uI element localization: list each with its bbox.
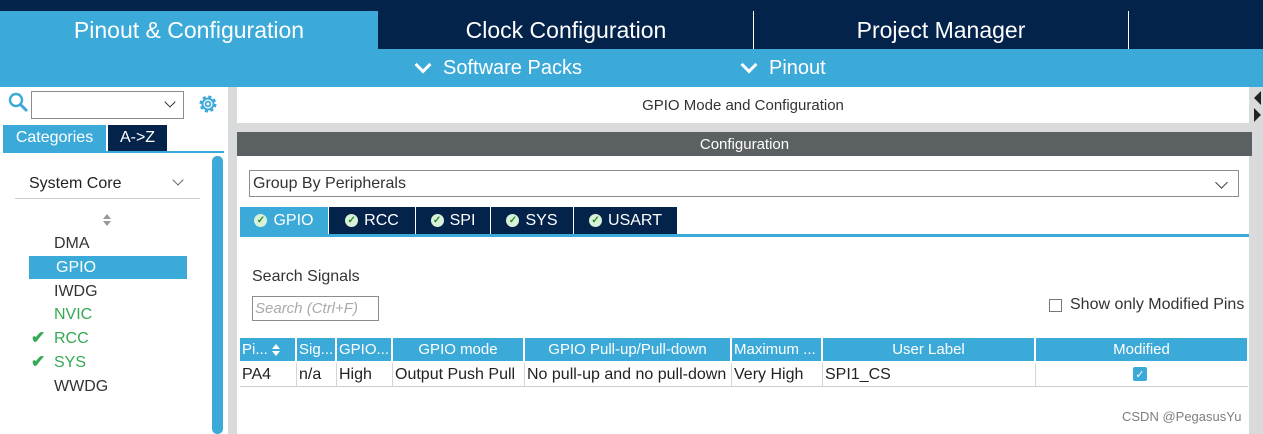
tab-categories[interactable]: Categories bbox=[3, 125, 106, 151]
column-header-pull[interactable]: GPIO Pull-up/Pull-down bbox=[525, 338, 730, 361]
gear-icon[interactable] bbox=[196, 92, 220, 116]
tab-usart-label: USART bbox=[608, 211, 662, 229]
search-placeholder: Search (Ctrl+F) bbox=[255, 300, 358, 317]
tab-sys-label: SYS bbox=[525, 211, 558, 229]
check-icon: ✔ bbox=[31, 352, 46, 371]
sub-menu-bar bbox=[0, 49, 1263, 87]
show-modified-label: Show only Modified Pins bbox=[1070, 296, 1245, 313]
tree-item-rcc[interactable]: RCC bbox=[54, 330, 89, 348]
tree-item-nvic[interactable]: NVIC bbox=[54, 306, 92, 324]
tab-divider bbox=[1128, 11, 1129, 49]
sort-down-icon[interactable] bbox=[103, 221, 111, 226]
check-icon: ✔ bbox=[31, 328, 46, 347]
column-header-signal[interactable]: Sig... bbox=[297, 338, 335, 361]
pinout-menu[interactable]: Pinout bbox=[740, 49, 826, 87]
show-modified-toggle[interactable]: Show only Modified Pins bbox=[1049, 296, 1244, 314]
column-header-modified[interactable]: Modified bbox=[1036, 338, 1247, 361]
column-header-max-speed[interactable]: Maximum ... bbox=[732, 338, 821, 361]
column-header-user-label[interactable]: User Label bbox=[823, 338, 1034, 361]
tab-gpio[interactable]: ✓ GPIO bbox=[240, 207, 328, 234]
column-header-gpio-mode[interactable]: GPIO mode bbox=[393, 338, 523, 361]
category-tab-underline bbox=[3, 151, 224, 153]
show-modified-checkbox[interactable] bbox=[1049, 298, 1062, 312]
search-icon[interactable] bbox=[8, 92, 30, 114]
tab-spi-label: SPI bbox=[449, 211, 476, 229]
tab-sys[interactable]: ✓ SYS bbox=[491, 207, 573, 234]
cell-signal[interactable]: n/a bbox=[297, 363, 335, 386]
configuration-header: Configuration bbox=[237, 132, 1252, 156]
pinout-label: Pinout bbox=[769, 56, 826, 79]
tab-spi[interactable]: ✓ SPI bbox=[416, 207, 490, 234]
group-by-value: Group By Peripherals bbox=[253, 174, 406, 192]
tree-item-gpio[interactable]: GPIO bbox=[56, 259, 96, 277]
sort-up-icon[interactable] bbox=[103, 214, 111, 219]
check-circle-icon: ✓ bbox=[430, 214, 444, 227]
cell-gpio-mode[interactable]: Output Push Pull bbox=[393, 363, 523, 386]
tab-clock-configuration[interactable]: Clock Configuration bbox=[379, 11, 753, 49]
modified-checkbox[interactable]: ✓ bbox=[1133, 367, 1147, 381]
column-divider bbox=[1035, 363, 1036, 386]
panel-splitter[interactable] bbox=[228, 87, 237, 434]
tab-rcc-label: RCC bbox=[364, 211, 399, 229]
tab-pinout-configuration[interactable]: Pinout & Configuration bbox=[0, 11, 378, 49]
chevron-down-icon bbox=[414, 56, 432, 74]
group-divider bbox=[15, 198, 200, 199]
collapse-arrows-icon[interactable] bbox=[1252, 89, 1263, 125]
check-circle-icon: ✓ bbox=[345, 214, 359, 227]
cell-user-label[interactable]: SPI1_CS bbox=[823, 363, 1034, 386]
tree-selection-highlight bbox=[29, 256, 187, 279]
table-row-border bbox=[240, 386, 1248, 387]
left-scrollbar[interactable] bbox=[212, 156, 223, 434]
watermark: CSDN @PegasusYu bbox=[1122, 409, 1242, 424]
tab-rcc[interactable]: ✓ RCC bbox=[329, 207, 415, 234]
search-signals-input[interactable]: Search (Ctrl+F) bbox=[252, 296, 379, 321]
cell-output-level[interactable]: High bbox=[337, 363, 391, 386]
cell-pin[interactable]: PA4 bbox=[240, 363, 295, 386]
check-circle-icon: ✓ bbox=[506, 214, 520, 227]
tab-gpio-label: GPIO bbox=[273, 211, 314, 229]
sort-icon bbox=[271, 343, 280, 356]
tab-a-to-z[interactable]: A->Z bbox=[108, 125, 167, 151]
software-packs-menu[interactable]: Software Packs bbox=[414, 49, 582, 87]
chevron-down-icon bbox=[1215, 176, 1228, 189]
component-search-input[interactable] bbox=[31, 91, 184, 119]
check-circle-icon: ✓ bbox=[254, 214, 268, 227]
system-core-group[interactable]: System Core bbox=[29, 175, 121, 193]
tree-item-wwdg[interactable]: WWDG bbox=[54, 378, 108, 396]
software-packs-label: Software Packs bbox=[443, 56, 582, 79]
tree-item-dma[interactable]: DMA bbox=[54, 235, 90, 253]
check-circle-icon: ✓ bbox=[589, 214, 603, 227]
tab-usart[interactable]: ✓ USART bbox=[574, 207, 677, 234]
chevron-down-icon bbox=[164, 96, 176, 108]
peripheral-tab-underline bbox=[240, 234, 1249, 237]
column-header-pin[interactable]: Pi... bbox=[240, 338, 295, 361]
search-signals-label: Search Signals bbox=[252, 268, 360, 285]
group-by-select[interactable]: Group By Peripherals bbox=[249, 170, 1239, 197]
column-header-output-level[interactable]: GPIO... bbox=[337, 338, 391, 361]
mode-configuration-title: GPIO Mode and Configuration bbox=[237, 87, 1249, 123]
tree-item-sys[interactable]: SYS bbox=[54, 354, 86, 372]
tab-project-manager[interactable]: Project Manager bbox=[754, 11, 1128, 49]
configuration-panel bbox=[237, 156, 1249, 434]
section-splitter[interactable] bbox=[237, 123, 1249, 132]
cell-pull[interactable]: No pull-up and no pull-down bbox=[525, 363, 730, 386]
cell-max-speed[interactable]: Very High bbox=[732, 363, 821, 386]
tree-item-iwdg[interactable]: IWDG bbox=[54, 283, 98, 301]
chevron-down-icon bbox=[740, 56, 758, 74]
column-header-pin-label: Pi... bbox=[242, 341, 268, 358]
